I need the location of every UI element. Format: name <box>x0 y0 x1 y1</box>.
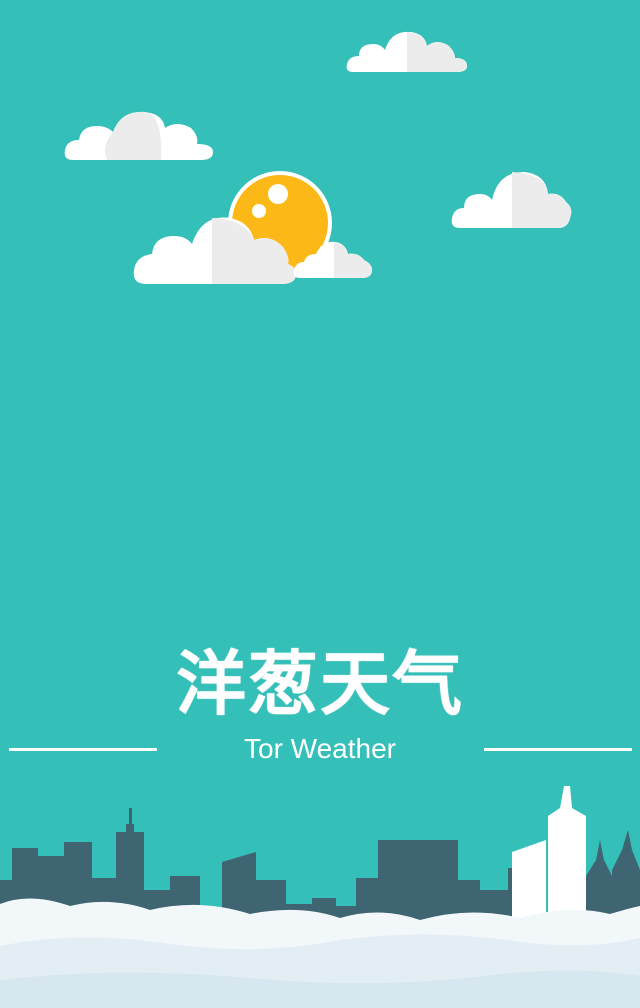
divider-right <box>484 748 632 751</box>
splash-screen: 洋葱天气 Tor Weather <box>0 0 640 1008</box>
city-skyline-illustration <box>0 786 640 1008</box>
cloud-icon <box>346 31 467 72</box>
subtitle-row: Tor Weather <box>0 730 640 770</box>
cloud-icon <box>451 172 572 228</box>
app-title: 洋葱天气 <box>176 643 464 725</box>
cloud-icon <box>293 241 372 278</box>
cloud-icon <box>64 111 214 160</box>
cloud-icon <box>133 217 297 284</box>
